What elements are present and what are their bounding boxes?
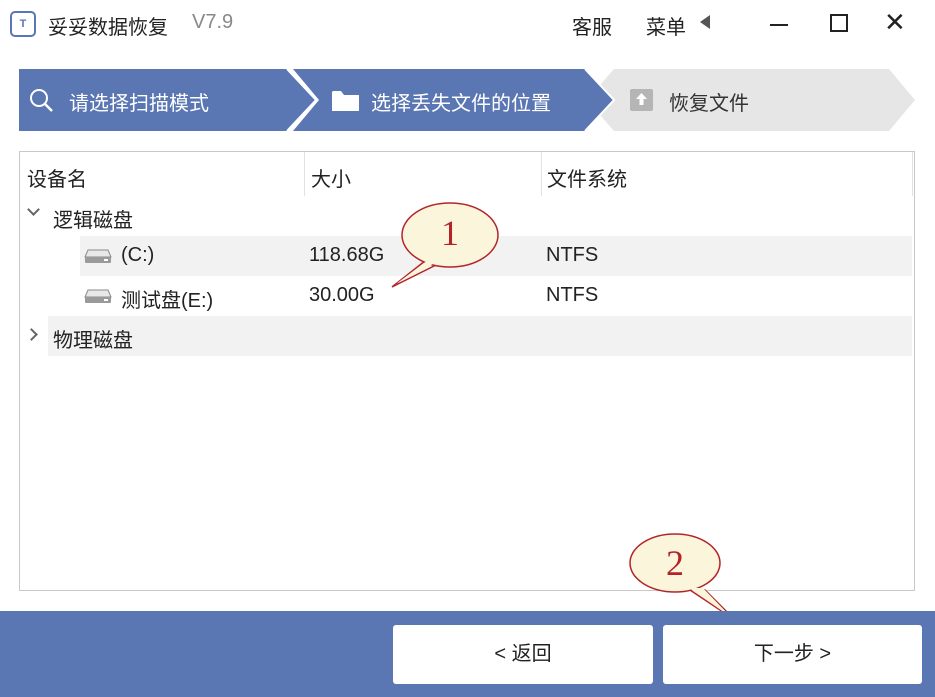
callout-number-1: 1 [441,213,459,253]
hard-drive-icon [84,289,112,303]
service-button[interactable]: 客服 [572,11,612,40]
title-bar: T 妥妥数据恢复 V7.9 客服 菜单 ✕ [0,0,935,48]
table-header: 设备名 大小 文件系统 [20,152,914,196]
column-header-size[interactable]: 大小 [311,163,351,192]
step-3-label: 恢复文件 [669,93,749,115]
group-label: 物理磁盘 [53,330,133,352]
group-label: 逻辑磁盘 [53,210,133,232]
column-header-device-name[interactable]: 设备名 [27,163,87,192]
column-divider [912,152,913,196]
menu-arrow-icon[interactable] [700,15,710,29]
device-filesystem: NTFS [546,244,599,266]
device-filesystem: NTFS [546,284,599,306]
minimize-button[interactable] [770,24,788,26]
row-highlight [48,316,912,356]
step-wizard: 请选择扫描模式 选择丢失文件的位置 恢复文件 [19,69,915,131]
upload-icon [630,89,653,111]
callout-number-2: 2 [666,543,684,583]
menu-button[interactable]: 菜单 [646,11,686,40]
app-version: V7.9 [192,11,234,33]
next-step-button[interactable]: 下一步 > [663,625,922,684]
folder-icon [332,91,359,111]
column-header-filesystem[interactable]: 文件系统 [547,163,627,192]
app-title: 妥妥数据恢复 [48,17,168,39]
back-button[interactable]: < 返回 [393,625,653,684]
chevron-right-icon[interactable] [25,328,38,341]
close-button[interactable]: ✕ [884,6,906,38]
step-2-label: 选择丢失文件的位置 [371,93,551,115]
device-name: 测试盘(E:) [121,290,214,312]
device-name: (C:) [121,244,155,266]
hard-drive-icon [84,249,112,263]
device-size: 118.68G [309,244,385,266]
app-logo-icon: T [10,11,36,37]
column-divider[interactable] [541,152,542,196]
device-size: 30.00G [309,284,375,306]
step-1-label: 请选择扫描模式 [69,93,209,115]
search-icon [30,89,53,112]
footer-bar: < 返回 下一步 > [0,611,935,697]
chevron-down-icon[interactable] [27,203,40,216]
maximize-button[interactable] [830,14,848,32]
column-divider[interactable] [304,152,305,196]
tree-group-physical-disks[interactable]: 物理磁盘 [20,316,914,356]
